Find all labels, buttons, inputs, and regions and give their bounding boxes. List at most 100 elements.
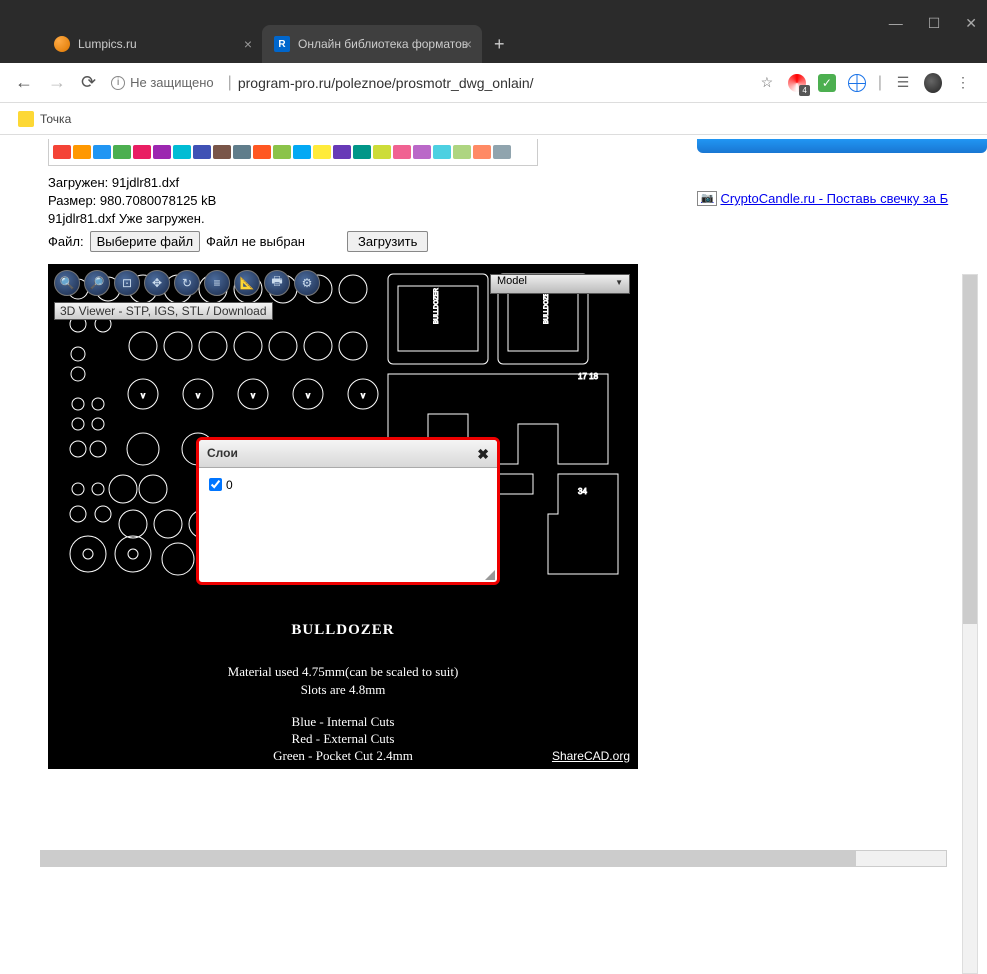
dialog-header[interactable]: Слои ✖ bbox=[199, 440, 497, 468]
file-label: Файл: bbox=[48, 234, 84, 249]
share-icon[interactable] bbox=[313, 145, 331, 159]
share-icons-row bbox=[48, 139, 538, 166]
share-icon[interactable] bbox=[453, 145, 471, 159]
measure-icon[interactable]: 📐 bbox=[234, 270, 260, 296]
share-icon[interactable] bbox=[93, 145, 111, 159]
settings-icon[interactable]: ⚙ bbox=[294, 270, 320, 296]
zoom-fit-icon[interactable]: ⊡ bbox=[114, 270, 140, 296]
address-bar: ← → ⟳ i Не защищено | program-pro.ru/pol… bbox=[0, 63, 987, 103]
vertical-scrollbar[interactable] bbox=[962, 274, 978, 974]
horizontal-scrollbar[interactable] bbox=[40, 850, 947, 867]
share-icon[interactable] bbox=[433, 145, 451, 159]
scrollbar-thumb[interactable] bbox=[41, 851, 856, 866]
share-icon[interactable] bbox=[253, 145, 271, 159]
share-icon[interactable] bbox=[233, 145, 251, 159]
forward-button[interactable]: → bbox=[48, 72, 66, 93]
share-icon[interactable] bbox=[73, 145, 91, 159]
drawing-title: BULLDOZER bbox=[48, 622, 638, 639]
drawing-note: Green - Pocket Cut 2.4mm bbox=[48, 748, 638, 764]
tabs-row: Lumpics.ru × R Онлайн библиотека формато… bbox=[42, 25, 505, 63]
share-icon[interactable] bbox=[413, 145, 431, 159]
upload-button[interactable]: Загрузить bbox=[347, 231, 428, 252]
rotate-icon[interactable]: ↻ bbox=[174, 270, 200, 296]
svg-text:v: v bbox=[141, 391, 145, 400]
maximize-button[interactable]: ☐ bbox=[928, 15, 941, 32]
menu-icon[interactable]: ⋮ bbox=[954, 74, 972, 92]
minimize-button[interactable]: — bbox=[889, 15, 903, 32]
close-tab-icon[interactable]: × bbox=[464, 36, 472, 52]
layer-label: 0 bbox=[226, 478, 233, 492]
banner bbox=[697, 139, 987, 153]
sharecad-link[interactable]: ShareCAD.org bbox=[552, 749, 630, 763]
back-button[interactable]: ← bbox=[15, 72, 33, 93]
layer-item[interactable]: 0 bbox=[209, 478, 487, 492]
share-icon[interactable] bbox=[53, 145, 71, 159]
favicon-icon bbox=[54, 36, 70, 52]
share-icon[interactable] bbox=[153, 145, 171, 159]
viewer-links[interactable]: 3D Viewer - STP, IGS, STL / Download bbox=[54, 302, 273, 320]
zoom-in-icon[interactable]: 🔍 bbox=[54, 270, 80, 296]
window-controls: — ☐ ✕ bbox=[889, 15, 977, 32]
share-icon[interactable] bbox=[393, 145, 411, 159]
crypto-link[interactable]: 📷 CryptoCandle.ru - Поставь свечку за Б bbox=[697, 191, 987, 206]
svg-text:v: v bbox=[361, 391, 365, 400]
viewer-toolbar: 🔍 🔎 ⊡ ✥ ↻ ≡ 📐 🖶 ⚙ bbox=[54, 270, 320, 296]
tab-lumpics[interactable]: Lumpics.ru × bbox=[42, 25, 262, 63]
share-icon[interactable] bbox=[213, 145, 231, 159]
share-icon[interactable] bbox=[273, 145, 291, 159]
security-label: Не защищено bbox=[130, 75, 214, 90]
reload-button[interactable]: ⟳ bbox=[81, 72, 96, 93]
share-icon[interactable] bbox=[373, 145, 391, 159]
share-icon[interactable] bbox=[133, 145, 151, 159]
close-icon[interactable]: ✖ bbox=[477, 446, 489, 463]
close-tab-icon[interactable]: × bbox=[244, 36, 252, 52]
extension-badge-icon[interactable] bbox=[788, 74, 806, 92]
browser-tab-bar: — ☐ ✕ Lumpics.ru × R Онлайн библиотека ф… bbox=[0, 0, 987, 63]
bookmark-item[interactable]: Точка bbox=[40, 112, 71, 126]
share-icon[interactable] bbox=[293, 145, 311, 159]
dialog-body: 0 bbox=[199, 468, 497, 582]
page-content: Загружен: 91jdlr81.dxf Размер: 980.70800… bbox=[0, 139, 987, 859]
share-icon[interactable] bbox=[173, 145, 191, 159]
translate-icon[interactable] bbox=[848, 74, 866, 92]
crypto-link-text: CryptoCandle.ru - Поставь свечку за Б bbox=[720, 191, 948, 206]
layers-icon[interactable]: ≡ bbox=[204, 270, 230, 296]
profile-avatar-icon[interactable] bbox=[924, 73, 942, 93]
choose-file-button[interactable]: Выберите файл bbox=[90, 231, 200, 252]
broken-image-icon: 📷 bbox=[697, 191, 717, 206]
print-icon[interactable]: 🖶 bbox=[264, 270, 290, 296]
drawing-note: Blue - Internal Cuts bbox=[48, 714, 638, 730]
already-loaded-line: 91jdlr81.dxf Уже загружен. bbox=[48, 210, 987, 228]
no-file-text: Файл не выбран bbox=[206, 234, 305, 249]
extension-check-icon[interactable]: ✓ bbox=[818, 74, 836, 92]
layer-checkbox[interactable] bbox=[209, 478, 222, 491]
model-select[interactable]: Model bbox=[490, 274, 630, 294]
resize-handle-icon[interactable] bbox=[483, 568, 495, 580]
bookmark-star-icon[interactable]: ☆ bbox=[758, 74, 776, 92]
layers-dialog: Слои ✖ 0 bbox=[196, 437, 500, 585]
zoom-out-icon[interactable]: 🔎 bbox=[84, 270, 110, 296]
svg-text:17 18: 17 18 bbox=[578, 372, 599, 381]
share-icon[interactable] bbox=[193, 145, 211, 159]
folder-icon bbox=[18, 111, 34, 127]
cad-viewer[interactable]: 🔍 🔎 ⊡ ✥ ↻ ≡ 📐 🖶 ⚙ Model 3D Viewer - STP,… bbox=[48, 264, 638, 769]
pan-icon[interactable]: ✥ bbox=[144, 270, 170, 296]
share-icon[interactable] bbox=[353, 145, 371, 159]
reading-list-icon[interactable]: ☰ bbox=[894, 74, 912, 92]
url-field[interactable]: program-pro.ru/poleznoe/prosmotr_dwg_onl… bbox=[238, 75, 750, 91]
close-window-button[interactable]: ✕ bbox=[965, 15, 977, 32]
separator: | bbox=[228, 74, 232, 92]
scrollbar-thumb[interactable] bbox=[963, 275, 977, 624]
share-icon[interactable] bbox=[493, 145, 511, 159]
address-bar-icons: ☆ ✓ | ☰ ⋮ bbox=[758, 74, 972, 92]
drawing-note: Slots are 4.8mm bbox=[48, 682, 638, 698]
tab-program-pro[interactable]: R Онлайн библиотека форматов × bbox=[262, 25, 482, 63]
favicon-icon: R bbox=[274, 36, 290, 52]
share-icon[interactable] bbox=[333, 145, 351, 159]
security-indicator[interactable]: i Не защищено bbox=[111, 75, 214, 90]
share-icon[interactable] bbox=[113, 145, 131, 159]
info-icon: i bbox=[111, 76, 125, 90]
new-tab-button[interactable]: + bbox=[482, 34, 505, 55]
model-select-value: Model bbox=[497, 275, 527, 287]
share-icon[interactable] bbox=[473, 145, 491, 159]
